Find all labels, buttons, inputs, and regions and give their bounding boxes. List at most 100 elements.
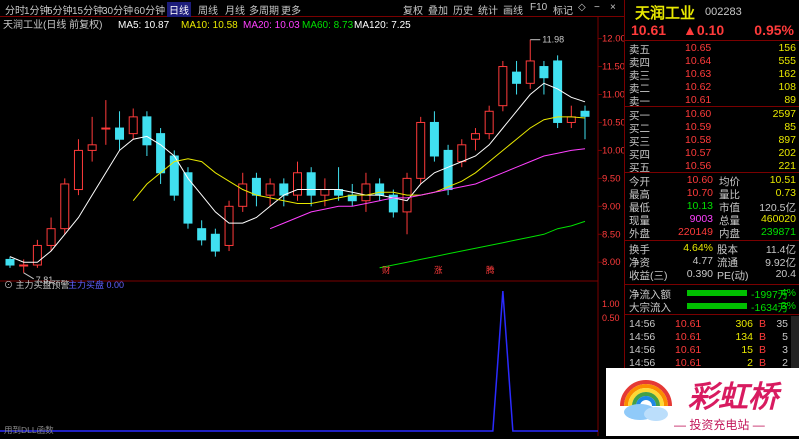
ma-line-MA10 <box>132 116 586 204</box>
ma-label: MA20: 10.03 <box>243 20 300 31</box>
candle-body <box>306 172 316 196</box>
candle-body <box>73 149 83 191</box>
high-label: 11.98 <box>542 35 564 45</box>
change-percent: 0.95% <box>754 22 794 38</box>
tick-price: 10.61 <box>675 318 702 330</box>
divider <box>625 314 799 315</box>
stat-label: 收益(三) <box>629 270 668 282</box>
stock-name: 天润工业 <box>635 5 696 22</box>
tick-side: B <box>759 344 767 356</box>
flow-label: 大宗流入 <box>629 302 671 314</box>
candle-body <box>210 233 220 252</box>
period-toolbar: 分时 1分钟 5分钟 15分钟 30分钟 60分钟 日线 周线 月线 多周期 更多 复权 叠加 历史 统计画… <box>0 0 624 17</box>
stat-value: 10.70 <box>686 187 713 199</box>
order-volume: 202 <box>778 147 796 159</box>
order-volume: 89 <box>784 94 796 106</box>
period-tab-3[interactable]: 15分钟 <box>72 2 103 17</box>
period-tab-10[interactable]: 更多 <box>281 2 301 17</box>
flow-row: 净流入额 -1997万 -4% <box>625 287 799 301</box>
tick-time: 14:56 <box>629 344 656 356</box>
stat-value: 4.77 <box>692 255 713 267</box>
toolbar-button-5[interactable]: F10 <box>530 2 547 13</box>
stat-label: PE(动) <box>717 270 749 282</box>
toolbar-button-3[interactable]: 统计 <box>478 2 498 17</box>
y-tick-label: 9.00 <box>602 201 621 212</box>
kline-chart[interactable]: 天润工业(日线 前复权) MA5: 10.87 MA10: 10.58 MA20: 1… <box>0 17 626 436</box>
chart-area[interactable]: 天润工业(日线 前复权) MA5: 10.87 MA10: 10.58 MA20: 1… <box>0 17 626 436</box>
y-tick-label: 8.50 <box>602 229 621 240</box>
price-line: 10.61 ▲0.10 0.95% <box>625 22 799 40</box>
event-marker[interactable]: 腾 <box>486 265 495 275</box>
y-tick-label: 11.00 <box>602 90 624 101</box>
order-volume: 156 <box>778 42 796 54</box>
tick-count: 35 <box>776 318 788 330</box>
event-marker[interactable]: 涨 <box>434 265 443 275</box>
bid-row: 买四 10.57 202 <box>625 147 799 161</box>
period-tab-0[interactable]: 分时 <box>5 2 25 17</box>
order-price: 10.60 <box>685 108 712 120</box>
candle-body <box>156 133 166 174</box>
toolbar-button-2[interactable]: 历史 <box>453 2 473 17</box>
ask-row: 卖三 10.63 162 <box>625 68 799 82</box>
tick-row: 14:56 10.61 134 B 5 <box>625 331 799 344</box>
candle-body <box>375 183 385 196</box>
toolbar-button-0[interactable]: 复权 <box>403 2 423 17</box>
event-marker[interactable]: 财 <box>382 265 391 275</box>
candle-body <box>19 264 29 267</box>
stat-row: 收益(三) 0.390 PE(动) 20.4 <box>625 268 799 282</box>
candle-body <box>416 121 426 179</box>
ask-row: 卖五 10.65 156 <box>625 42 799 56</box>
order-volume: 2597 <box>772 108 796 120</box>
toolbar-button-6[interactable]: 标记 <box>553 2 573 17</box>
y-tick-label: 11.50 <box>602 62 624 73</box>
candle-body <box>142 116 152 146</box>
period-tab-7[interactable]: 周线 <box>198 2 218 17</box>
order-price: 10.65 <box>685 42 712 54</box>
ma-label: MA10: 10.58 <box>181 20 238 31</box>
candle-body <box>320 189 330 196</box>
tick-scrollbar[interactable] <box>791 316 799 368</box>
candle-body <box>539 66 549 79</box>
period-tab-1[interactable]: 1分钟 <box>24 2 50 17</box>
candle-body <box>498 66 508 107</box>
period-tab-8[interactable]: 月线 <box>225 2 245 17</box>
stat-value: 10.51 <box>769 174 796 186</box>
period-tab-9[interactable]: 多周期 <box>249 2 279 17</box>
period-tab-6[interactable]: 日线 <box>167 2 191 17</box>
candle-body <box>361 183 371 202</box>
candle-body <box>197 228 207 241</box>
toolbar-button-7[interactable]: ◇ <box>578 2 586 13</box>
bid-row: 买三 10.58 897 <box>625 134 799 148</box>
candle-body <box>580 110 590 117</box>
stat-value: 460020 <box>760 213 796 225</box>
order-volume: 555 <box>778 55 796 67</box>
y-tick-label: 10.50 <box>602 117 624 128</box>
tick-price: 10.61 <box>675 331 702 343</box>
toolbar-button-4[interactable]: 画线 <box>503 2 523 17</box>
toolbar-button-1[interactable]: 叠加 <box>428 2 448 17</box>
candle-body <box>484 110 494 135</box>
divider <box>625 240 799 241</box>
stat-value: 220149 <box>677 226 713 238</box>
order-price: 10.56 <box>685 160 712 172</box>
order-price: 10.58 <box>685 134 712 146</box>
candle-body <box>183 172 193 224</box>
candle-body <box>457 144 467 163</box>
order-volume: 108 <box>778 81 796 93</box>
stat-row: 外盘 220149 内盘 239871 <box>625 226 799 240</box>
stat-value: 239871 <box>760 226 796 238</box>
last-price: 10.61 <box>631 22 667 38</box>
brand-logo: 彩虹桥 — 投资充电站 — <box>606 368 799 436</box>
period-tab-4[interactable]: 30分钟 <box>102 2 133 17</box>
period-tab-5[interactable]: 60分钟 <box>134 2 165 17</box>
period-tab-2[interactable]: 5分钟 <box>47 2 73 17</box>
brand-name: 彩虹桥 <box>688 381 778 414</box>
stat-row: 最低 10.13 市值 120.5亿 <box>625 200 799 214</box>
ma-line-MA60 <box>379 220 586 269</box>
toolbar-button-9[interactable]: × <box>610 2 616 13</box>
candle-body <box>5 258 15 266</box>
toolbar-button-8[interactable]: − <box>594 2 600 13</box>
flow-percent: -3% <box>777 300 796 312</box>
candle-body <box>251 177 261 196</box>
stat-row: 最高 10.70 量比 0.73 <box>625 187 799 201</box>
